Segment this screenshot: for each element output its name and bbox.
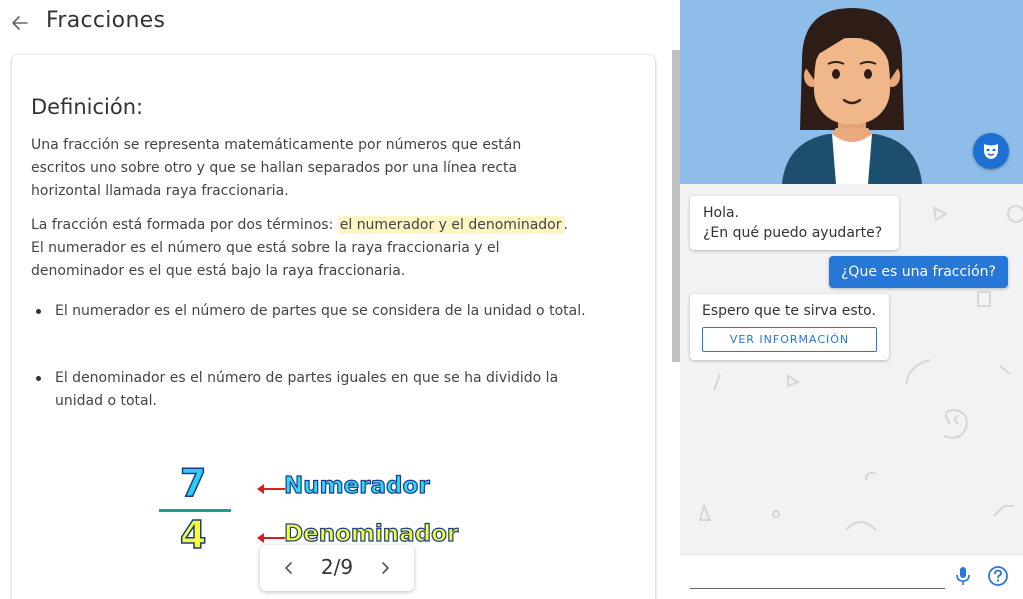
assistant-pane: Hola. ¿En qué puedo ayudarte? ¿Que es un…	[680, 0, 1023, 599]
user-message: ¿Que es una fracción?	[829, 256, 1008, 288]
bullet-list-item: El numerador es el número de partes que …	[31, 300, 591, 323]
message-line: ¿En qué puedo ayudarte?	[703, 225, 883, 241]
message-input[interactable]	[690, 563, 945, 589]
page-title: Fracciones	[46, 8, 166, 33]
fraction-bar	[159, 509, 231, 512]
view-info-button[interactable]: VER INFORMACIÓN	[702, 327, 877, 352]
highlighted-terms: el numerador y el denominador	[337, 216, 564, 234]
assistant-avatar	[680, 0, 1023, 184]
back-button[interactable]	[9, 12, 31, 34]
help-circle-icon	[988, 566, 1008, 586]
app-window: Fracciones Definición: Una fracción se r…	[0, 0, 1023, 599]
bot-message: Hola. ¿En qué puedo ayudarte?	[690, 196, 899, 250]
bullet-dot	[36, 376, 41, 381]
bullet-text-numerator: El numerador es el número de partes que …	[55, 303, 586, 319]
scrollbar-thumb[interactable]	[672, 50, 680, 362]
bullet-dot	[36, 309, 41, 314]
terms-paragraph-start: La fracción está formada por dos término…	[31, 217, 338, 233]
page-navigator: 2/9	[260, 545, 414, 591]
bot-message: Espero que te sirva esto. VER INFORMACIÓ…	[690, 294, 889, 360]
denominator-label: Denominador	[283, 520, 459, 547]
fraction-numerator: 7	[179, 460, 207, 506]
definition-paragraph: Una fracción se representa matemáticamen…	[31, 137, 522, 199]
avatar-illustration	[782, 8, 922, 184]
chat-log: Hola. ¿En qué puedo ayudarte? ¿Que es un…	[680, 184, 1023, 554]
theater-mask-icon	[984, 144, 998, 159]
terms-paragraph: La fracción está formada por dos término…	[31, 214, 571, 283]
fraction-denominator: 4	[179, 512, 207, 558]
definition-heading: Definición:	[31, 95, 144, 119]
microphone-button[interactable]	[953, 565, 973, 587]
microphone-icon	[956, 567, 970, 585]
chat-input-bar	[680, 554, 1023, 599]
next-page-button[interactable]	[374, 557, 396, 579]
bullet-list-item: El denominador es el número de partes ig…	[31, 367, 591, 413]
lesson-card: Definición: Una fracción se representa m…	[12, 55, 655, 599]
bullet-text-denominator: El denominador es el número de partes ig…	[55, 370, 559, 409]
numerator-label: Numerador	[283, 472, 430, 499]
help-button[interactable]	[987, 565, 1009, 587]
message-line: Hola.	[703, 205, 740, 221]
mask-button[interactable]	[973, 133, 1009, 169]
message-line: Espero que te sirva esto.	[702, 303, 876, 319]
arrow-left-icon	[12, 16, 28, 30]
top-bar: Fracciones	[0, 0, 680, 48]
fraction-illustration: 7 4 Numerador Denominador	[152, 455, 492, 558]
arrow-left-icon	[257, 484, 285, 494]
arrow-left-icon	[257, 533, 285, 543]
lesson-pane: Fracciones Definición: Una fracción se r…	[0, 0, 680, 599]
chevron-right-icon	[382, 562, 389, 574]
